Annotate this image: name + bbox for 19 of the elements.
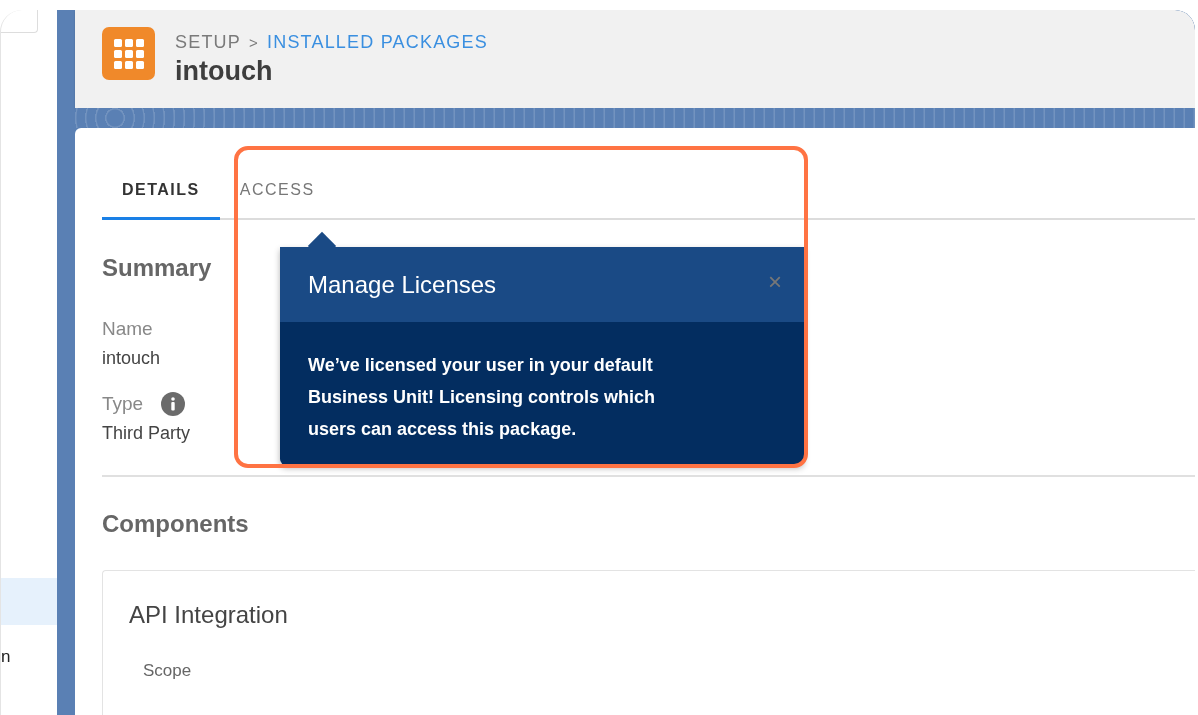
- section-heading: Components: [102, 510, 249, 538]
- field-label: Scope: [143, 661, 193, 681]
- info-icon[interactable]: [161, 392, 186, 416]
- field-value: Third Party: [102, 423, 191, 444]
- field-label: Name: [102, 318, 153, 340]
- section-heading: Summary: [102, 254, 212, 282]
- popover-title: Manage Licenses: [308, 270, 497, 299]
- breadcrumb-link[interactable]: INSTALLED PACKAGES: [267, 31, 488, 53]
- sidebar-item[interactable]: n: [1, 633, 57, 680]
- field-label: Type: [102, 393, 144, 415]
- card-title: API Integration: [129, 601, 289, 629]
- breadcrumb-parent: SETUP: [175, 31, 241, 53]
- breadcrumb-separator: >: [249, 33, 259, 51]
- field-value: intouch: [102, 348, 161, 369]
- tab[interactable]: DETAILS: [102, 181, 220, 220]
- popover-message: We’ve licensed your user in your default Business Unit! Licensing controls which users can access this package.: [280, 322, 804, 465]
- tab[interactable]: ACCESS: [219, 181, 335, 220]
- app-grid-icon: [102, 26, 155, 80]
- package-title: intouch: [175, 55, 274, 87]
